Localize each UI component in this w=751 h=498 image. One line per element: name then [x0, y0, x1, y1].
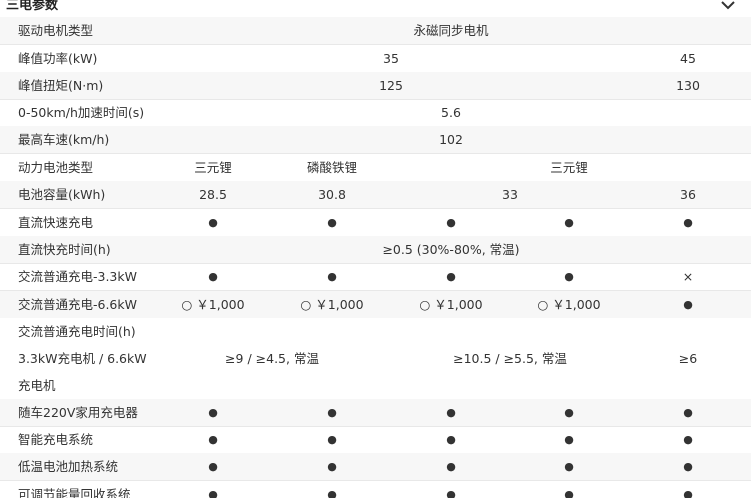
row-label: 智能充电系统 — [18, 432, 94, 447]
standard-dot-icon: ● — [446, 270, 456, 283]
value-cell: 28.5 — [199, 187, 227, 202]
spec-row-acceleration: 0-50km/h加速时间(s) 5.6 — [0, 99, 751, 127]
standard-dot-icon: ● — [683, 488, 693, 498]
spec-row-capacity: 电池容量(kWh) 28.5 30.8 33 36 — [0, 181, 751, 209]
standard-dot-icon: ● — [683, 216, 693, 229]
standard-dot-icon: ● — [446, 216, 456, 229]
standard-dot-icon: ● — [208, 406, 218, 419]
standard-dot-icon: ● — [683, 433, 693, 446]
chevron-down-icon[interactable] — [720, 0, 736, 13]
optional-price-cell: ○ ￥1,000 — [181, 297, 245, 312]
row-label: 低温电池加热系统 — [18, 459, 119, 474]
standard-dot-icon: ● — [446, 406, 456, 419]
value-cell: ≥10.5 / ≥5.5, 常温 — [453, 351, 567, 366]
row-label-line-2: 3.3kW充电机 / 6.6kW — [18, 351, 147, 366]
spec-row-ac-charge-time: 交流普通充电时间(h) 3.3kW充电机 / 6.6kW 充电机 ≥9 / ≥4… — [0, 318, 751, 400]
row-label: 峰值功率(kW) — [18, 51, 98, 66]
standard-dot-icon: ● — [564, 488, 574, 498]
standard-dot-icon: ● — [327, 460, 337, 473]
value-cell: ≥0.5 (30%-80%, 常温) — [382, 242, 520, 257]
row-label-line-3: 充电机 — [18, 378, 56, 393]
value-cell: 磷酸铁锂 — [306, 160, 358, 175]
standard-dot-icon: ● — [208, 488, 218, 498]
value-cell: 125 — [379, 78, 403, 93]
row-label: 可调节能量回收系统 — [18, 487, 131, 498]
row-label: 峰值扭矩(N·m) — [18, 78, 104, 93]
standard-dot-icon: ● — [208, 460, 218, 473]
value-cell: 35 — [383, 51, 399, 66]
value-cell: ≥9 / ≥4.5, 常温 — [225, 351, 319, 366]
standard-dot-icon: ● — [327, 270, 337, 283]
row-label: 电池容量(kWh) — [18, 187, 106, 202]
standard-dot-icon: ● — [683, 460, 693, 473]
spec-row-ac-6-6kw: 交流普通充电-6.6kW ○ ￥1,000 ○ ￥1,000 ○ ￥1,000 … — [0, 291, 751, 319]
standard-dot-icon: ● — [208, 433, 218, 446]
row-label: 交流普通充电-3.3kW — [18, 269, 137, 284]
spec-row-top-speed: 最高车速(km/h) 102 — [0, 126, 751, 154]
value-cell: 36 — [680, 187, 696, 202]
standard-dot-icon: ● — [327, 433, 337, 446]
row-label: 直流快充时间(h) — [18, 242, 111, 257]
spec-row-battery-type: 动力电池类型 三元锂 磷酸铁锂 三元锂 — [0, 154, 751, 182]
row-label: 0-50km/h加速时间(s) — [18, 105, 145, 120]
spec-row-dc-charge-time: 直流快充时间(h) ≥0.5 (30%-80%, 常温) — [0, 236, 751, 264]
standard-dot-icon: ● — [446, 488, 456, 498]
value-cell: 5.6 — [441, 105, 461, 120]
standard-dot-icon: ● — [564, 406, 574, 419]
row-label: 直流快速充电 — [18, 215, 94, 230]
spec-row-smart-charging: 智能充电系统 ● ● ● ● ● — [0, 426, 751, 454]
row-label: 随车220V家用充电器 — [18, 405, 138, 420]
spec-row-peak-power: 峰值功率(kW) 35 45 — [0, 45, 751, 73]
standard-dot-icon: ● — [327, 488, 337, 498]
spec-row-energy-recovery: 可调节能量回收系统 ● ● ● ● ● — [0, 481, 751, 498]
spec-row-ac-3-3kw: 交流普通充电-3.3kW ● ● ● ● × — [0, 263, 751, 291]
standard-dot-icon: ● — [327, 216, 337, 229]
standard-dot-icon: ● — [446, 460, 456, 473]
standard-dot-icon: ● — [208, 270, 218, 283]
standard-dot-icon: ● — [564, 216, 574, 229]
value-cell: 三元锂 — [550, 160, 588, 175]
section-header[interactable]: 三电参数 — [0, 0, 751, 17]
standard-dot-icon: ● — [208, 216, 218, 229]
spec-row-battery-heating: 低温电池加热系统 ● ● ● ● ● — [0, 453, 751, 481]
row-label: 交流普通充电-6.6kW — [18, 297, 137, 312]
value-cell: 永磁同步电机 — [413, 23, 489, 38]
value-cell: 33 — [502, 187, 518, 202]
row-label: 驱动电机类型 — [18, 23, 94, 38]
value-cell: ≥6 — [678, 351, 698, 366]
standard-dot-icon: ● — [446, 433, 456, 446]
standard-dot-icon: ● — [327, 406, 337, 419]
optional-price-cell: ○ ￥1,000 — [300, 297, 364, 312]
optional-price-cell: ○ ￥1,000 — [537, 297, 601, 312]
spec-row-dc-fast-charge: 直流快速充电 ● ● ● ● ● — [0, 209, 751, 237]
standard-dot-icon: ● — [564, 460, 574, 473]
value-cell: 130 — [676, 78, 700, 93]
value-cell: 30.8 — [318, 187, 346, 202]
row-label: 动力电池类型 — [18, 160, 94, 175]
row-label-line-1: 交流普通充电时间(h) — [18, 324, 136, 339]
value-cell: 三元锂 — [194, 160, 232, 175]
standard-dot-icon: ● — [564, 433, 574, 446]
standard-dot-icon: ● — [564, 270, 574, 283]
standard-dot-icon: ● — [683, 298, 693, 311]
value-cell: 45 — [680, 51, 696, 66]
spec-row-motor-type: 驱动电机类型 永磁同步电机 — [0, 17, 751, 45]
optional-price-cell: ○ ￥1,000 — [419, 297, 483, 312]
not-available-icon: × — [682, 269, 694, 284]
standard-dot-icon: ● — [683, 406, 693, 419]
section-title: 三电参数 — [6, 0, 59, 13]
row-label: 最高车速(km/h) — [18, 132, 110, 147]
value-cell: 102 — [439, 132, 463, 147]
spec-row-peak-torque: 峰值扭矩(N·m) 125 130 — [0, 72, 751, 100]
spec-row-220v-charger: 随车220V家用充电器 ● ● ● ● ● — [0, 399, 751, 427]
